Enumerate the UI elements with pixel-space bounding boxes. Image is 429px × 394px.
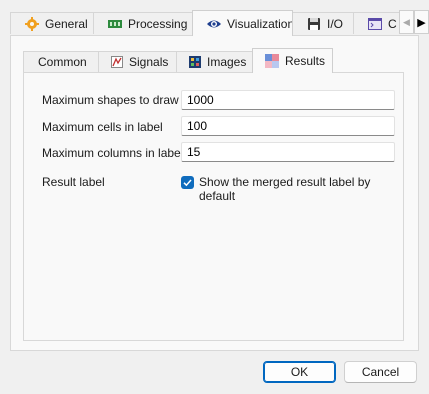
main-tab-bar: General Processing Visualization I/O C ◀… [10,10,429,36]
ok-button[interactable]: OK [263,361,336,383]
tab-console[interactable]: C [353,12,403,34]
floppy-disk-icon [307,17,321,31]
tab-processing-label: Processing [128,16,188,31]
results-settings-panel: Maximum shapes to draw Maximum cells in … [23,72,404,341]
tab-signals[interactable]: Signals [98,51,177,72]
signal-icon [111,56,123,68]
image-icon [189,56,201,68]
max-shapes-input[interactable] [181,90,395,110]
tab-common[interactable]: Common [23,51,99,72]
tab-images-label: Images [207,55,247,69]
tab-visualization-label: Visualization [227,16,293,31]
sub-tab-bar: Common Signals Images Results [23,48,403,73]
cancel-button[interactable]: Cancel [344,361,417,383]
tab-console-label: C [388,16,397,31]
results-icon [265,54,279,68]
tab-io-label: I/O [327,16,344,31]
tab-results[interactable]: Results [252,48,333,73]
max-shapes-label: Maximum shapes to draw [42,93,179,107]
tab-signals-label: Signals [129,55,169,69]
tab-scroll-arrows: ◀ ▶ [399,10,429,34]
max-cells-input[interactable] [181,116,395,136]
max-columns-label: Maximum columns in label [42,146,184,160]
show-merged-label-text[interactable]: Show the merged result label by default [199,175,403,203]
console-icon [368,17,382,31]
tab-io[interactable]: I/O [292,12,354,34]
scroll-left-button[interactable]: ◀ [399,10,414,34]
show-merged-label-checkbox[interactable] [181,176,194,189]
tab-visualization[interactable]: Visualization [192,10,293,36]
max-cells-label: Maximum cells in label [42,120,163,134]
visualization-panel: Common Signals Images Results Maximum sh… [10,35,419,351]
scroll-right-button[interactable]: ▶ [414,10,429,34]
tab-results-label: Results [285,54,326,68]
processing-icon [108,17,122,31]
tab-images[interactable]: Images [176,51,253,72]
checkmark-icon [183,179,192,187]
tab-general-label: General [45,16,88,31]
tab-general[interactable]: General [10,12,94,34]
result-label-label: Result label [42,175,105,189]
eye-icon [207,17,221,31]
max-columns-input[interactable] [181,142,395,162]
gear-icon [25,16,39,31]
tab-processing[interactable]: Processing [93,12,193,34]
tab-common-label: Common [38,55,87,69]
